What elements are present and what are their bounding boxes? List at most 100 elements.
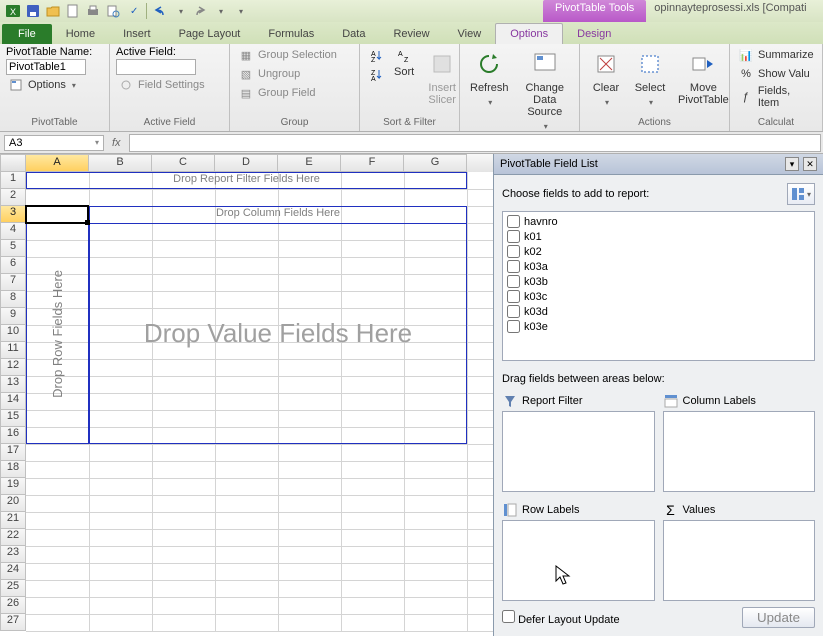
tab-options[interactable]: Options <box>495 23 563 44</box>
pivot-filter-zone[interactable]: Drop Report Filter Fields Here <box>26 172 467 189</box>
select-button[interactable]: Select <box>630 46 670 116</box>
panel-close-icon[interactable]: ✕ <box>803 157 817 171</box>
tab-page-layout[interactable]: Page Layout <box>165 24 255 44</box>
report-filter-area[interactable] <box>502 411 655 492</box>
row-header-8[interactable]: 8 <box>0 291 26 308</box>
col-header-d[interactable]: D <box>215 154 278 172</box>
row-header-21[interactable]: 21 <box>0 512 26 529</box>
options-button[interactable]: Options <box>6 76 103 94</box>
group-selection-button[interactable]: ▦Group Selection <box>236 46 353 64</box>
field-checkbox-k03b[interactable] <box>507 275 520 288</box>
row-header-3[interactable]: 3 <box>0 206 26 223</box>
insert-slicer-button[interactable]: Insert Slicer <box>422 46 462 116</box>
row-header-6[interactable]: 6 <box>0 257 26 274</box>
row-header-2[interactable]: 2 <box>0 189 26 206</box>
values-area[interactable] <box>663 520 816 601</box>
field-item-k03d[interactable]: k03d <box>505 304 812 319</box>
summarize-values-button[interactable]: 📊Summarize <box>736 46 816 64</box>
field-checkbox-k03a[interactable] <box>507 260 520 273</box>
row-header-24[interactable]: 24 <box>0 563 26 580</box>
undo-icon[interactable] <box>151 2 169 20</box>
sort-button[interactable]: AZSort <box>390 46 418 116</box>
row-labels-area[interactable] <box>502 520 655 601</box>
row-header-7[interactable]: 7 <box>0 274 26 291</box>
field-item-k03c[interactable]: k03c <box>505 289 812 304</box>
active-field-input[interactable] <box>116 59 196 75</box>
col-header-c[interactable]: C <box>152 154 215 172</box>
save-icon[interactable] <box>24 2 42 20</box>
field-settings-button[interactable]: Field Settings <box>116 76 223 94</box>
row-header-12[interactable]: 12 <box>0 359 26 376</box>
new-icon[interactable] <box>64 2 82 20</box>
tab-review[interactable]: Review <box>379 24 443 44</box>
tab-formulas[interactable]: Formulas <box>254 24 328 44</box>
row-header-13[interactable]: 13 <box>0 376 26 393</box>
redo-dropdown[interactable] <box>211 2 229 20</box>
update-button[interactable]: Update <box>742 607 815 628</box>
row-header-4[interactable]: 4 <box>0 223 26 240</box>
tab-home[interactable]: Home <box>52 24 109 44</box>
spellcheck-icon[interactable]: ✓ <box>124 2 142 20</box>
tab-view[interactable]: View <box>444 24 496 44</box>
field-checkbox-k03e[interactable] <box>507 320 520 333</box>
tab-file[interactable]: File <box>2 24 52 44</box>
row-header-17[interactable]: 17 <box>0 444 26 461</box>
col-header-f[interactable]: F <box>341 154 404 172</box>
open-icon[interactable] <box>44 2 62 20</box>
tab-insert[interactable]: Insert <box>109 24 165 44</box>
quick-print-icon[interactable] <box>84 2 102 20</box>
column-labels-area[interactable] <box>663 411 816 492</box>
defer-layout-checkbox[interactable]: Defer Layout Update <box>502 610 620 626</box>
change-data-source-button[interactable]: Change Data Source <box>517 46 573 134</box>
clear-button[interactable]: Clear <box>586 46 626 116</box>
row-header-19[interactable]: 19 <box>0 478 26 495</box>
row-header-20[interactable]: 20 <box>0 495 26 512</box>
select-all-corner[interactable] <box>0 154 26 172</box>
panel-dropdown-icon[interactable]: ▾ <box>785 157 799 171</box>
pivot-columns-zone[interactable]: Drop Column Fields Here <box>89 206 467 223</box>
formula-input[interactable] <box>129 134 821 152</box>
layout-options-button[interactable] <box>787 183 815 205</box>
row-header-23[interactable]: 23 <box>0 546 26 563</box>
move-pivottable-button[interactable]: Move PivotTable <box>674 46 733 116</box>
sort-desc-button[interactable]: ZA <box>366 65 386 83</box>
show-values-button[interactable]: %Show Valu <box>736 65 816 83</box>
row-header-10[interactable]: 10 <box>0 325 26 342</box>
row-header-9[interactable]: 9 <box>0 308 26 325</box>
row-header-26[interactable]: 26 <box>0 597 26 614</box>
field-item-k03e[interactable]: k03e <box>505 319 812 334</box>
col-header-a[interactable]: A <box>26 154 89 172</box>
field-item-havnro[interactable]: havnro <box>505 214 812 229</box>
field-checkbox-k02[interactable] <box>507 245 520 258</box>
pivottable-name-input[interactable] <box>6 59 86 75</box>
field-item-k03b[interactable]: k03b <box>505 274 812 289</box>
fields-items-button[interactable]: ƒFields, Item <box>736 84 816 110</box>
tab-design[interactable]: Design <box>563 24 625 44</box>
field-checkbox-k03d[interactable] <box>507 305 520 318</box>
group-field-button[interactable]: ▤Group Field <box>236 84 353 102</box>
col-header-e[interactable]: E <box>278 154 341 172</box>
row-header-11[interactable]: 11 <box>0 342 26 359</box>
row-header-1[interactable]: 1 <box>0 172 26 189</box>
row-header-22[interactable]: 22 <box>0 529 26 546</box>
worksheet[interactable]: A B C D E F G 12345678910111213141516171… <box>0 154 493 636</box>
cells-area[interactable]: Drop Report Filter Fields Here Drop Colu… <box>26 172 493 631</box>
pivot-rows-zone[interactable]: Drop Row Fields Here <box>26 223 89 444</box>
field-item-k02[interactable]: k02 <box>505 244 812 259</box>
undo-dropdown[interactable] <box>171 2 189 20</box>
row-header-27[interactable]: 27 <box>0 614 26 631</box>
sort-asc-button[interactable]: AZ <box>366 46 386 64</box>
name-box[interactable]: A3▾ <box>4 135 104 151</box>
refresh-button[interactable]: Refresh <box>466 46 513 134</box>
redo-icon[interactable] <box>191 2 209 20</box>
excel-icon[interactable]: X <box>4 2 22 20</box>
field-item-k01[interactable]: k01 <box>505 229 812 244</box>
field-checkbox-k03c[interactable] <box>507 290 520 303</box>
qat-customize[interactable] <box>231 2 249 20</box>
row-header-18[interactable]: 18 <box>0 461 26 478</box>
pivot-values-zone[interactable]: Drop Value Fields Here <box>89 223 467 444</box>
field-item-k03a[interactable]: k03a <box>505 259 812 274</box>
row-header-16[interactable]: 16 <box>0 427 26 444</box>
ungroup-button[interactable]: ▧Ungroup <box>236 65 353 83</box>
col-header-g[interactable]: G <box>404 154 467 172</box>
